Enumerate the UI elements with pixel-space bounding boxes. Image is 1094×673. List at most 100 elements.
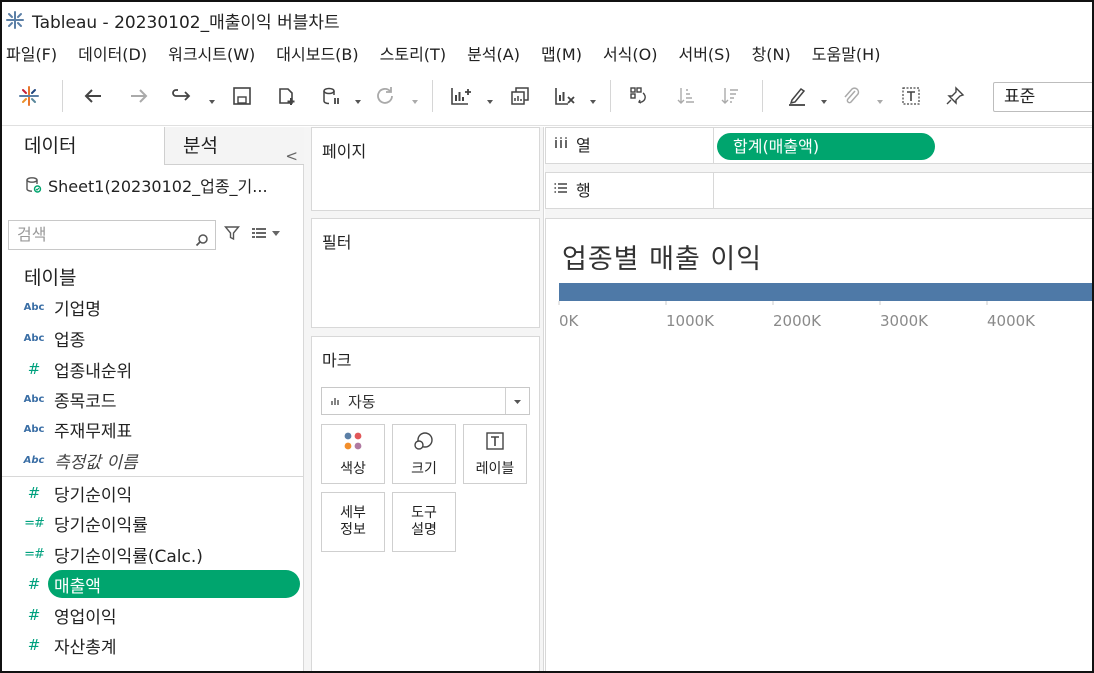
sum-sales-pill[interactable]: 합계(매출액) — [717, 133, 935, 160]
number-type-icon: # — [27, 606, 41, 624]
menu-dashboard[interactable]: 대시보드(B) — [276, 41, 358, 65]
save-icon[interactable] — [229, 83, 255, 109]
field-item[interactable]: Abc 업종 — [2, 323, 302, 353]
tab-analysis[interactable]: 분석 < — [165, 127, 304, 165]
forward-arrow-icon[interactable] — [126, 83, 152, 109]
title-bar: Tableau - 20230102_매출이익 버블차트 — [2, 2, 1092, 38]
field-label: 업종내순위 — [54, 361, 133, 382]
field-item[interactable]: Abc 주재무제표 — [2, 414, 302, 444]
menu-worksheet[interactable]: 워크시트(W) — [168, 41, 255, 65]
calc-number-type-icon: =# — [24, 515, 45, 531]
field-label: 영업이익 — [54, 607, 117, 628]
swap-rows-columns-icon[interactable] — [626, 83, 652, 109]
chevron-down-icon[interactable] — [486, 92, 494, 104]
rows-label-text: 행 — [576, 181, 591, 200]
view-column: 열 합계(매출액) 행 업종별 매출 이익 0K 1000K 2000K 3000K 4… — [545, 127, 1094, 671]
menu-server[interactable]: 서버(S) — [678, 41, 730, 65]
field-label: 업종 — [54, 330, 86, 351]
text-label-icon[interactable] — [898, 83, 924, 109]
string-type-icon: Abc — [23, 301, 45, 313]
pin-icon[interactable] — [942, 83, 968, 109]
detail-button[interactable]: 세부 정보 — [321, 492, 385, 552]
number-type-icon: # — [27, 575, 41, 593]
collapse-pane-icon[interactable]: < — [285, 137, 298, 175]
menu-story[interactable]: 스토리(T) — [380, 41, 446, 65]
view-fit-select[interactable]: 표준 — [993, 82, 1092, 112]
datasource-item[interactable]: Sheet1(20230102_업종_기... — [24, 173, 268, 197]
menu-help[interactable]: 도움말(H) — [812, 41, 881, 65]
bar-chart-icon — [330, 392, 342, 410]
chevron-down-icon[interactable] — [208, 92, 216, 104]
back-arrow-icon[interactable] — [80, 83, 106, 109]
string-type-icon: Abc — [23, 332, 45, 344]
size-button[interactable]: 크기 — [392, 424, 456, 484]
clear-sheet-icon[interactable] — [552, 83, 578, 109]
menu-format[interactable]: 서식(O) — [603, 41, 658, 65]
new-worksheet-icon[interactable] — [448, 83, 474, 109]
filters-shelf[interactable]: 필터 — [311, 218, 540, 328]
sort-ascending-icon[interactable] — [673, 83, 699, 109]
field-item[interactable]: # 당기순이익 — [2, 478, 302, 508]
highlight-pen-icon[interactable] — [784, 83, 810, 109]
mark-type-select[interactable]: 자동 — [321, 387, 530, 415]
x-axis-tick-label: 0K — [559, 312, 580, 330]
field-item[interactable]: Abc 종목코드 — [2, 384, 302, 414]
paperclip-icon[interactable] — [838, 83, 864, 109]
duplicate-sheet-icon[interactable] — [507, 83, 533, 109]
field-item[interactable]: # 영업이익 — [2, 600, 302, 630]
shelves-column: 페이지 필터 마크 자동 색상 크기 레이블 세부 정보 도구 설명 — [304, 127, 544, 671]
menu-map[interactable]: 맵(M) — [541, 41, 582, 65]
bar-chart[interactable]: 0K1000K2000K3000K4000K500 — [546, 279, 1094, 349]
shelf-separator — [713, 173, 714, 208]
field-item[interactable]: # 업종내순위 — [2, 354, 302, 384]
new-datasource-icon[interactable] — [274, 83, 300, 109]
chevron-down-icon[interactable] — [354, 92, 362, 104]
sort-descending-icon[interactable] — [717, 83, 743, 109]
pause-updates-icon[interactable] — [318, 83, 344, 109]
columns-shelf-label: 열 — [554, 128, 714, 163]
field-label: 매출액 — [54, 576, 101, 597]
pages-shelf[interactable]: 페이지 — [311, 127, 540, 211]
tableau-home-icon[interactable] — [16, 83, 42, 109]
field-item[interactable]: Abc 측정값 이름 — [2, 445, 302, 475]
label-button[interactable]: 레이블 — [463, 424, 527, 484]
redo-icon[interactable] — [168, 83, 194, 109]
menu-analysis[interactable]: 분석(A) — [467, 41, 520, 65]
tooltip-button[interactable]: 도구 설명 — [392, 492, 456, 552]
chevron-down-icon[interactable] — [411, 92, 419, 104]
field-item[interactable]: =# 당기순이익률 — [2, 508, 302, 538]
bar-mark[interactable] — [559, 283, 1094, 301]
view-options-icon[interactable] — [252, 226, 282, 244]
menu-data[interactable]: 데이터(D) — [78, 41, 147, 65]
tab-data[interactable]: 데이터 — [2, 127, 165, 165]
chevron-down-icon[interactable] — [876, 92, 884, 104]
search-input[interactable]: 검색 — [8, 220, 216, 250]
rows-icon — [554, 173, 568, 208]
number-type-icon: # — [27, 484, 41, 502]
search-placeholder: 검색 — [17, 225, 47, 244]
number-type-icon: # — [27, 360, 41, 378]
tooltip-label: 도구 설명 — [411, 505, 437, 538]
rows-shelf-label: 행 — [554, 173, 714, 208]
chevron-down-icon[interactable] — [505, 388, 529, 414]
refresh-icon[interactable] — [372, 83, 398, 109]
pane-divider — [2, 476, 304, 477]
view-canvas[interactable]: 업종별 매출 이익 0K1000K2000K3000K4000K500 — [545, 218, 1094, 671]
filter-icon[interactable] — [224, 225, 240, 245]
field-item[interactable]: Abc 기업명 — [2, 292, 302, 322]
chevron-down-icon[interactable] — [589, 92, 597, 104]
color-button[interactable]: 색상 — [321, 424, 385, 484]
menu-file[interactable]: 파일(F) — [6, 41, 57, 65]
chevron-down-icon[interactable] — [820, 92, 828, 104]
field-item[interactable]: =# 당기순이익률(Calc.) — [2, 539, 302, 569]
detail-label: 세부 정보 — [340, 505, 366, 538]
rows-shelf[interactable]: 행 — [545, 172, 1092, 209]
pages-shelf-title: 페이지 — [322, 142, 367, 161]
field-item-selected[interactable]: # 매출액 — [2, 569, 302, 599]
menu-window[interactable]: 창(N) — [752, 41, 791, 65]
color-dots-icon — [343, 431, 363, 455]
field-item[interactable]: # 자산총계 — [2, 630, 302, 660]
label-label: 레이블 — [475, 460, 515, 477]
x-axis-tick-label: 2000K — [773, 312, 822, 330]
columns-shelf[interactable]: 열 합계(매출액) — [545, 127, 1092, 164]
